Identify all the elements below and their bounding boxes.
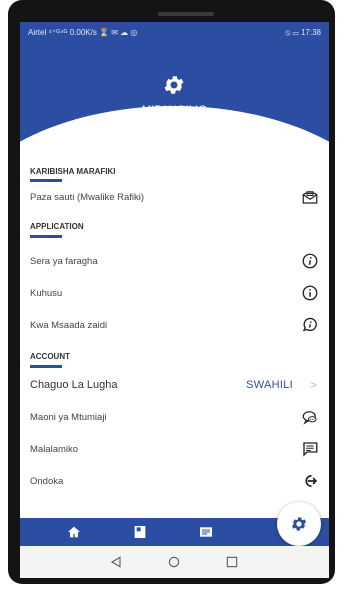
logout-item[interactable]: Ondoka bbox=[20, 468, 329, 496]
invite-friend-item[interactable]: Paza sauti (Mwalike Rafiki) bbox=[20, 184, 329, 212]
section-underline bbox=[30, 179, 62, 182]
complaints-label: Malalamiko bbox=[30, 444, 79, 455]
settings-gear-icon bbox=[291, 517, 307, 531]
privacy-policy-label: Sera ya faragha bbox=[30, 256, 98, 267]
complaint-message-icon bbox=[303, 442, 318, 457]
language-item[interactable]: Chaguo La Lugha SWAHILI > bbox=[20, 372, 329, 400]
app-screen: Airtel ⁴⁺ᴳ⁴ᴳ 0.00K/s ⌛ ✉ ☁ ◎ ⦸ ▭ 17:38 M… bbox=[20, 22, 329, 578]
page-title: MIPANGILIO bbox=[141, 104, 208, 116]
phone-frame: Airtel ⁴⁺ᴳ⁴ᴳ 0.00K/s ⌛ ✉ ☁ ◎ ⦸ ▭ 17:38 M… bbox=[8, 0, 335, 584]
help-label: Kwa Msaada zaidi bbox=[30, 320, 108, 331]
section-title-application: APPLICATION bbox=[30, 222, 84, 231]
section-underline bbox=[30, 365, 62, 368]
section-title-karibisha: KARIBISHA MARAFIKI bbox=[30, 167, 116, 176]
info-italic-icon bbox=[302, 253, 318, 269]
recents-square-icon[interactable] bbox=[224, 554, 240, 570]
card-icon[interactable] bbox=[198, 524, 214, 540]
section-underline bbox=[30, 235, 62, 238]
back-triangle-icon[interactable] bbox=[108, 554, 124, 570]
logout-label: Ondoka bbox=[30, 476, 64, 487]
about-label: Kuhusu bbox=[30, 288, 63, 299]
settings-fab-button[interactable] bbox=[277, 502, 321, 546]
book-icon[interactable] bbox=[132, 524, 148, 540]
header-banner: Airtel ⁴⁺ᴳ⁴ᴳ 0.00K/s ⌛ ✉ ☁ ◎ ⦸ ▭ 17:38 M… bbox=[20, 22, 329, 366]
gear-icon bbox=[164, 76, 184, 94]
language-value: SWAHILI bbox=[246, 379, 293, 391]
section-title-account: ACCOUNT bbox=[30, 352, 70, 361]
status-bar: Airtel ⁴⁺ᴳ⁴ᴳ 0.00K/s ⌛ ✉ ☁ ◎ ⦸ ▭ 17:38 bbox=[20, 22, 329, 42]
feedback-item[interactable]: Maoni ya Mtumiaji bbox=[20, 404, 329, 432]
status-left: Airtel ⁴⁺ᴳ⁴ᴳ 0.00K/s ⌛ ✉ ☁ ◎ bbox=[28, 28, 138, 37]
info-icon bbox=[302, 285, 318, 301]
about-item[interactable]: Kuhusu bbox=[20, 280, 329, 308]
logout-icon bbox=[305, 474, 318, 488]
home-icon[interactable] bbox=[66, 524, 82, 540]
phone-speaker bbox=[158, 12, 214, 16]
privacy-policy-item[interactable]: Sera ya faragha bbox=[20, 248, 329, 276]
feedback-label: Maoni ya Mtumiaji bbox=[30, 412, 107, 423]
complaints-item[interactable]: Malalamiko bbox=[20, 436, 329, 464]
status-right: ⦸ ▭ 17:38 bbox=[285, 28, 321, 37]
home-circle-icon[interactable] bbox=[166, 554, 182, 570]
chevron-right-icon: > bbox=[309, 378, 317, 392]
invite-friend-label: Paza sauti (Mwalike Rafiki) bbox=[30, 192, 145, 203]
help-item[interactable]: Kwa Msaada zaidi bbox=[20, 312, 329, 340]
android-navigation-bar bbox=[20, 546, 329, 578]
help-bubble-icon bbox=[302, 317, 317, 332]
invite-envelope-icon bbox=[302, 191, 318, 204]
feedback-bubble-icon bbox=[302, 411, 317, 425]
language-label: Chaguo La Lugha bbox=[30, 379, 118, 391]
